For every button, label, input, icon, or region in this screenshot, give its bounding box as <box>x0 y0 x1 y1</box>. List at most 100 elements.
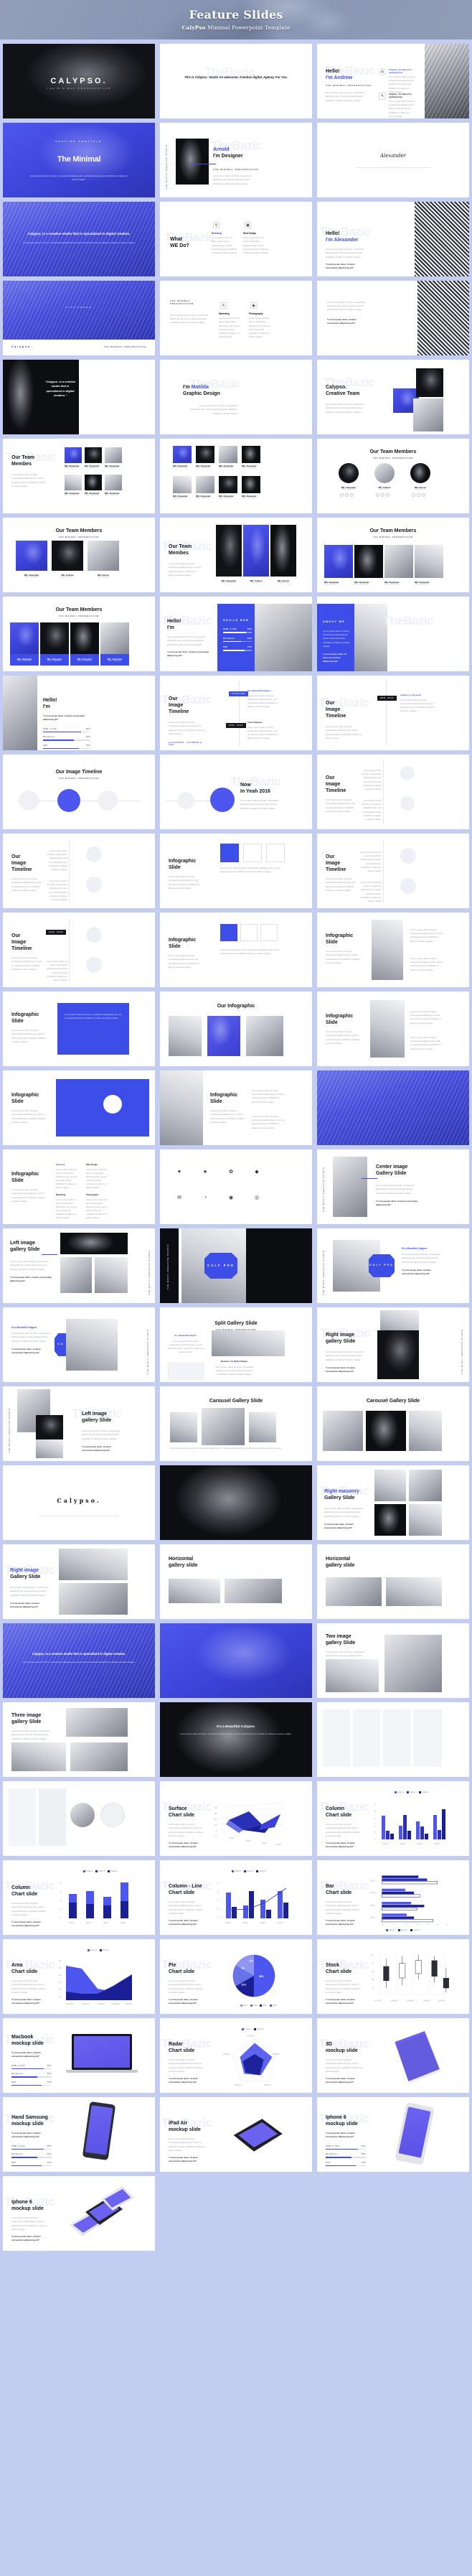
slide-surface-chart[interactable]: TheBazic Surface Chart slide Lorem ipsum… <box>160 1781 312 1856</box>
instagram-icon[interactable] <box>386 493 390 497</box>
slide-our-team-members-3-round[interactable]: Our Team Members THE MINIMAL PRESENTATIO… <box>317 439 469 513</box>
slide-cover-calypso[interactable]: CALYPSO. THE MINIMAL PRESENTATION <box>3 44 155 118</box>
slide-now-in-year-2016[interactable]: TheBazic Now In Yeah 2016 Lorem ipsum do… <box>160 755 312 829</box>
slide-image-timeline-vert-1[interactable]: Our Image Timeline Lorem ipsum dolor sit… <box>317 755 469 829</box>
slide-hello-andrew[interactable]: TheBazic Hello! I'm Andrew THE MINIMAL P… <box>317 44 469 118</box>
twitter-icon[interactable] <box>417 493 420 497</box>
instagram-icon[interactable] <box>350 493 354 497</box>
slide-calypso-black-quote[interactable]: "Calypso. is a creative studio that is s… <box>3 360 155 434</box>
slide-title: Area <box>11 1963 23 1968</box>
slide-left-image-gallery-b[interactable]: THE BAZIC CREATIVE STUDIO TheBazic Left … <box>3 1386 155 1461</box>
slide-iphone6-mockup-1[interactable]: TheBazic Iphone 6 mockup slide "Lorem ip… <box>317 2097 469 2172</box>
slide-services-two-col[interactable]: THE MINIMAL PRESENTATION Lorem ipsum dol… <box>160 281 312 355</box>
slide-section-the-minimal[interactable]: SECTION SUBTITLE The Minimal Lorem ipsum… <box>3 123 155 197</box>
slide-product-gallery-gray[interactable] <box>3 1781 155 1856</box>
slide-pie-chart[interactable]: TheBazic Pie Chart slide Lorem ipsum dol… <box>160 1939 312 2014</box>
slide-infographic-slide-1[interactable]: Infographic Slide Lorem ipsum dolor sit … <box>160 834 312 908</box>
slide-calypso-creative-team[interactable]: TheBazic Calypso. Creative Team Lorem ip… <box>317 360 469 434</box>
slide-our-infographic[interactable]: Our Infographic <box>160 991 312 1066</box>
slide-signature-alexander[interactable]: Alexander <box>317 123 469 197</box>
slide-image-timeline-sep[interactable]: TheBazic Our Image Timeline Lorem ipsum … <box>317 676 469 750</box>
member-role: CEO, DESIGN <box>219 467 233 469</box>
slide-icons-row[interactable]: ♥ ★ ✿ ◆ ✉ ◔ ◉ ◎ <box>160 1149 312 1224</box>
slide-three-image-gallery[interactable]: Three image gallery Slide Lorem ipsum do… <box>3 1702 155 1777</box>
slide-image-timeline-vert-2[interactable]: Our Image Timeline Lorem ipsum dolor sit… <box>3 834 155 908</box>
slide-infographic-slide-7[interactable]: Infographic Slide Lorem ipsum dolor sit … <box>3 1149 155 1224</box>
slide-portrait-quote[interactable]: Lorem ipsum dolor sit amet, consectetur … <box>317 281 469 355</box>
slide-column-chart[interactable]: TheBazic Column Chart slide Lorem ipsum … <box>317 1781 469 1856</box>
slide-what-we-do[interactable]: TheBazic What WE Do? ⚲ Branding Lorem ip… <box>160 202 312 276</box>
facebook-icon[interactable] <box>412 493 415 497</box>
slide-our-team-members-left[interactable]: TheBazic Our Team Membes Lorem ipsum dol… <box>160 518 312 592</box>
slide-our-team-members-4-blue[interactable]: Our Team Members THE MINIMAL PRESENTATIO… <box>3 597 155 671</box>
slide-calypso-architecture[interactable]: ALEXANDER Calypso. THE MINIMAL PRESENTAT… <box>3 281 155 355</box>
instagram-icon[interactable] <box>422 493 425 497</box>
slide-infographic-slide-4[interactable]: Infographic Slide Lorem ipsum dolor sit … <box>3 991 155 1066</box>
slide-calypso-creative-studio-2[interactable]: Calypso, is a creative studio that is sp… <box>3 1623 155 1698</box>
slide-beautiful-calypso-dark[interactable]: It's a Beautiful Calypso. Lorem ipsum do… <box>160 1702 312 1777</box>
slide-our-team-members-8[interactable]: MR. Alexander CEO, DESIGN MR. Alexander CE… <box>160 439 312 513</box>
slide-calypso-hexagon-left[interactable]: It's a Beautiful Calypso. Lorem ipsum do… <box>3 1307 155 1382</box>
slide-macbook-mockup[interactable]: TheBazic Macbook mockup slide "Lorem ips… <box>3 2018 155 2093</box>
slide-center-image-gallery[interactable]: THE BAZIC CREATIVE STUDIO Center image G… <box>317 1149 469 1224</box>
slide-blue-building-full[interactable] <box>160 1623 312 1698</box>
slide-ipad-air-mockup[interactable]: TheBazic iPad Air mockup slide Lorem ips… <box>160 2097 312 2172</box>
slide-hand-samsung-mockup[interactable]: TheBazic Hand Samsung mockup slide "Lore… <box>3 2097 155 2172</box>
info-item-body: Lorem ipsum dolor sit amet, consectetur … <box>86 1198 108 1220</box>
slide-eyebrow: THE MINIMAL PRESENTATION <box>170 299 194 305</box>
slide-calypso-creative-studio[interactable]: Calypso, is a creative studio that is sp… <box>3 202 155 276</box>
slide-image-timeline-vert-4[interactable]: Our Image Timeline Lorem ipsum dolor sit… <box>3 913 155 987</box>
slide-horizontal-gallery-2[interactable]: Horizontal gallery slide <box>317 1544 469 1619</box>
slide-arnold-designer[interactable]: THE BAZIC CREATIVE STUDIO TheBazic Arnol… <box>160 123 312 197</box>
twitter-icon[interactable] <box>381 493 384 497</box>
slide-carousel-gallery-1[interactable]: Carousel Gallery Slide Lorem ipsum dolor… <box>160 1386 312 1461</box>
slide-our-team-members-6[interactable]: TheBazic Our Team Membes Lorem ipsum dol… <box>3 439 155 513</box>
slide-product-icons-gallery[interactable] <box>317 1702 469 1777</box>
slide-calypso-hexagon-right[interactable]: THE BAZIC CREATIVE STUDIO CALY PSO It's … <box>317 1228 469 1303</box>
slide-left-image-gallery-a[interactable]: Left image gallery Slide Lorem ipsum dol… <box>3 1228 155 1303</box>
svg-text:6: 6 <box>217 1882 219 1885</box>
slide-image-timeline-start[interactable]: TheBazic Our Image Timeline Lorem ipsum … <box>160 676 312 750</box>
slide-title: Right image <box>10 1568 39 1573</box>
slide-hello-alexander-photo[interactable]: TheBazic Hello! I'm Alexander Lorem ipsu… <box>317 202 469 276</box>
slide-intro-statement[interactable]: TheBazic This is Calypso. Studio An awes… <box>160 44 312 118</box>
slide-infographic-gray[interactable]: Infographic Slide Lorem ipsum dolor sit … <box>160 1070 312 1145</box>
facebook-icon[interactable] <box>376 493 379 497</box>
slide-split-gallery-slide[interactable]: Split Gallery Slide THE MINIMAL PRESENTA… <box>160 1307 312 1382</box>
slide-two-image-gallery[interactable]: Two image gallery Slide Lorem ipsum dolo… <box>317 1623 469 1698</box>
slide-infographic-slide-6[interactable]: Infographic Slide Lorem ipsum dolor sit … <box>3 1070 155 1145</box>
slide-3d-mockup[interactable]: TheBazic 3D mockup slide Lorem ipsum dol… <box>317 2018 469 2093</box>
svg-text:6: 6 <box>374 1803 376 1806</box>
slide-right-image-gallery[interactable]: TheBazic Right image gallery Slide Lorem… <box>317 1307 469 1382</box>
slide-right-image-gallery-2[interactable]: TheBazic Right image Gallery Slide Lorem… <box>3 1544 155 1619</box>
slide-infographic-slide-5[interactable]: Infographic Slide Lorem ipsum dolor sit … <box>317 991 469 1066</box>
slide-calypso-hexagon-black[interactable]: THE BAZIC CREATIVE STUDIO CALY PSO <box>160 1228 312 1303</box>
slide-hello-alexander-bars[interactable]: Hello! I'm "Lorem ipsum dolor sit amet c… <box>3 676 155 750</box>
facebook-icon[interactable] <box>340 493 344 497</box>
slide-hello-alexander-skills[interactable]: TheBazic Hello! I'm Lorem ipsum dolor si… <box>160 597 312 671</box>
slide-infographic-slide-3[interactable]: Infographic Slide Lorem ipsum dolor sit … <box>317 913 469 987</box>
slide-column-stacked-chart[interactable]: TheBazic Column Chart slide Lorem ipsum … <box>3 1860 155 1935</box>
slide-area-chart[interactable]: TheBazic Area Chart slide Lorem ipsum do… <box>3 1939 155 2014</box>
slide-right-masonry-gallery[interactable]: TheBazic Right masonry Gallery Slide Lor… <box>317 1465 469 1540</box>
slide-im-matilda[interactable]: TheBazic I'm Matilda Graphic Design Lore… <box>160 360 312 434</box>
slide-bar-chart[interactable]: TheBazic Bar Chart slide Lorem ipsum dol… <box>317 1860 469 1935</box>
slide-building-blue[interactable] <box>317 1070 469 1145</box>
twitter-icon[interactable] <box>345 493 349 497</box>
slide-radar-chart[interactable]: TheBazic Radar Chart slide Lorem ipsum d… <box>160 2018 312 2093</box>
slide-our-team-members-3-square[interactable]: Our Team Members THE MINIMAL PRESENTATIO… <box>3 518 155 592</box>
slide-body: Lorem ipsum dolor sit amet, consectetur … <box>326 725 363 739</box>
slide-our-team-members-4[interactable]: Our Team Members THE MINIMAL PRESENTATIO… <box>317 518 469 592</box>
slide-infographic-slide-2[interactable]: Infographic Slide Lorem ipsum dolor sit … <box>160 913 312 987</box>
slide-horizontal-gallery-1[interactable]: Horizontal gallery slide <box>160 1544 312 1619</box>
slide-about-me[interactable]: ABOUT ME Lorem ipsum dolor sit amet, con… <box>317 597 469 671</box>
slide-image-timeline-vert-3[interactable]: Our Image Timeline Lorem ipsum dolor sit… <box>317 834 469 908</box>
page-subtitle-rest: Minimal Powerpoint Template <box>205 24 291 31</box>
slide-iphone6-mockup-2[interactable]: TheBazic Iphone 6 mockup slide Lorem ips… <box>3 2176 155 2251</box>
slide-stock-chart[interactable]: TheBazic Stock Chart slide Lorem ipsum d… <box>317 1939 469 2014</box>
slide-image-timeline-icons[interactable]: Our Image Timeline THE MINIMAL PRESENTAT… <box>3 755 155 829</box>
slide-calypso-logo[interactable]: Calypso. <box>3 1465 155 1540</box>
slide-column-line-chart[interactable]: TheBazic Column - Line Chart slide Lorem… <box>160 1860 312 1935</box>
slide-dark-product[interactable] <box>160 1465 312 1540</box>
slide-carousel-gallery-2[interactable]: Carousel Gallery Slide <box>317 1386 469 1461</box>
